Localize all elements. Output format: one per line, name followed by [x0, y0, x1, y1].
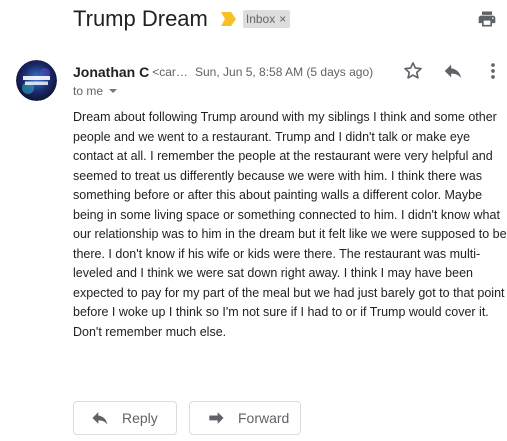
- inbox-label-text: Inbox: [245, 12, 276, 26]
- forward-button-label: Forward: [238, 410, 290, 426]
- sender-email[interactable]: <car…: [152, 65, 189, 79]
- reply-button-icon: [92, 412, 108, 425]
- email-view: Trump Dream Inbox × Jonathan C <car… Sun: [0, 0, 507, 441]
- importance-marker-icon[interactable]: [220, 12, 236, 26]
- email-subject: Trump Dream: [73, 6, 208, 31]
- reply-button-label: Reply: [122, 410, 158, 426]
- forward-button[interactable]: Forward: [189, 401, 301, 435]
- sender-avatar[interactable]: [16, 60, 57, 101]
- more-vert-icon[interactable]: [482, 60, 504, 82]
- recipient-text: to me: [73, 84, 104, 98]
- subject-row: Trump Dream Inbox ×: [73, 4, 507, 34]
- email-body: Dream about following Trump around with …: [73, 110, 507, 339]
- recipient-details-caret-icon[interactable]: [109, 89, 118, 93]
- sender-name[interactable]: Jonathan C: [73, 64, 149, 80]
- star-icon[interactable]: [402, 60, 424, 82]
- reply-icon[interactable]: [442, 60, 464, 82]
- print-icon[interactable]: [477, 9, 497, 29]
- forward-button-icon: [209, 412, 224, 424]
- inbox-label-chip: Inbox ×: [242, 10, 291, 28]
- email-date: Sun, Jun 5, 8:58 AM (5 days ago): [195, 65, 374, 79]
- recipient-row[interactable]: to me: [73, 81, 118, 101]
- remove-label-icon[interactable]: ×: [279, 12, 286, 26]
- sender-row: Jonathan C <car…: [73, 62, 189, 82]
- reply-button[interactable]: Reply: [73, 401, 177, 435]
